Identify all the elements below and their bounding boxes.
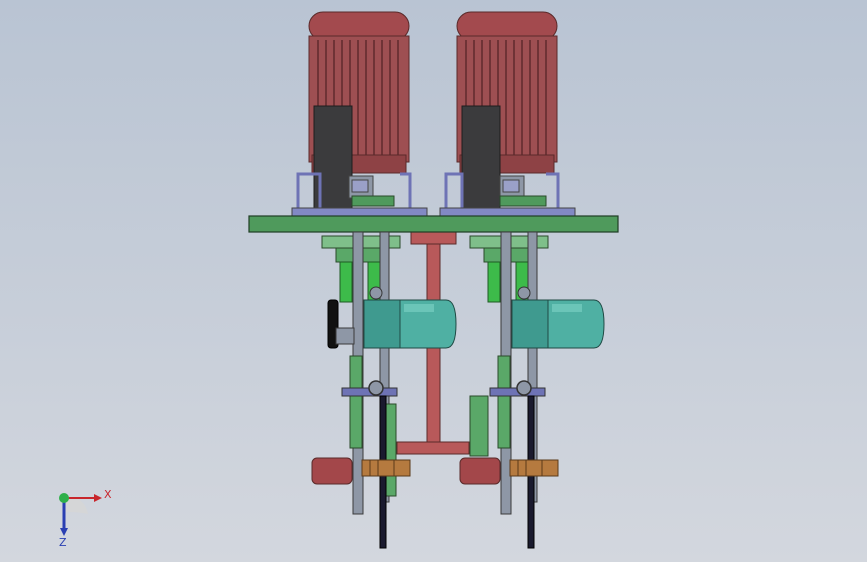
- right-motor: [456, 11, 558, 217]
- assembly-model[interactable]: [0, 0, 867, 562]
- z-axis-arrow: [60, 528, 68, 536]
- axis-triad: X Z: [59, 488, 112, 548]
- cad-viewport[interactable]: X Z: [0, 0, 867, 562]
- y-axis-dot: [59, 493, 69, 503]
- x-axis-label: X: [104, 488, 112, 501]
- z-axis-label: Z: [59, 536, 67, 548]
- x-axis-arrow: [94, 494, 102, 502]
- base-plate: [248, 215, 619, 233]
- right-lower-assembly: [459, 231, 605, 549]
- left-motor: [308, 11, 410, 217]
